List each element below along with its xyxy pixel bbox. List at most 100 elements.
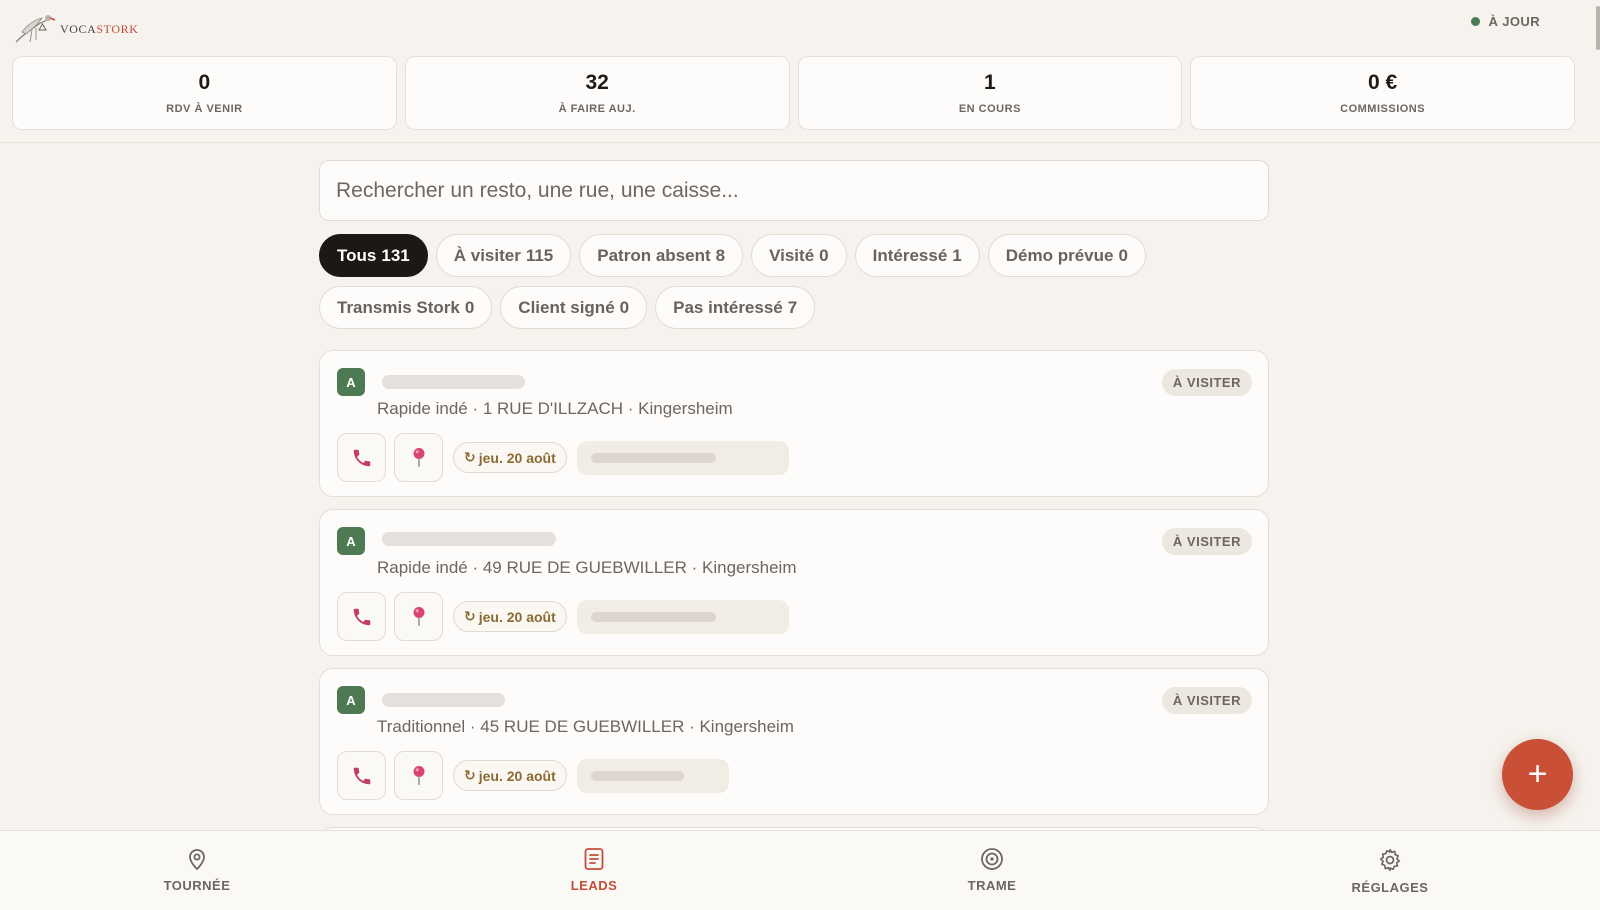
filter-chip-all[interactable]: Tous 131 xyxy=(319,234,428,277)
chip-label: Transmis Stork xyxy=(337,297,460,317)
stat-value: 1 xyxy=(984,71,996,94)
filter-chips: Tous 131 À visiter 115 Patron absent 8 Visi… xyxy=(319,234,1269,329)
divider xyxy=(0,142,1600,143)
filter-chip-visited[interactable]: Visité 0 xyxy=(751,234,847,277)
map-pin-icon xyxy=(413,447,424,467)
lead-meta: Rapide indé · 49 RUE DE GUEBWILLER · Kin… xyxy=(377,558,797,577)
lead-actions: ↻ jeu. 20 août xyxy=(337,751,729,800)
stat-in-progress[interactable]: 1 EN COURS xyxy=(797,56,1183,130)
add-lead-button[interactable]: + xyxy=(1502,739,1573,810)
stat-label: RDV À VENIR xyxy=(166,103,243,115)
filter-chip-client-signed[interactable]: Client signé 0 xyxy=(500,286,648,329)
lead-note-placeholder xyxy=(576,599,789,634)
nav-leads[interactable]: LEADS xyxy=(534,847,654,893)
lead-actions: ↻ jeu. 20 août xyxy=(337,433,789,482)
leads-main: Tous131 À visiter115 Patron absent8 Visi… xyxy=(319,160,1269,867)
stat-upcoming-appointments[interactable]: 0 RDV À VENIR xyxy=(12,56,397,130)
bottom-nav: TOURNÉE LEADS TRAME RÉGLAGES xyxy=(0,830,1600,910)
chip-label: Client signé xyxy=(518,297,615,317)
search-input[interactable] xyxy=(319,160,1269,221)
call-button[interactable] xyxy=(337,433,386,482)
logo-text-prefix: VOCA xyxy=(60,21,97,36)
stat-value: 0 € xyxy=(1368,71,1398,94)
chip-count: 0 xyxy=(819,245,829,265)
nav-label: TOURNÉE xyxy=(163,878,231,893)
lead-name-placeholder xyxy=(382,375,525,389)
logo-wordmark: VOCASTORK xyxy=(60,22,139,37)
scrollbar[interactable] xyxy=(1596,6,1600,50)
phone-icon xyxy=(353,767,370,784)
filter-chip-to-visit[interactable]: À visiter 115 xyxy=(435,234,572,277)
followup-date: jeu. 20 août xyxy=(478,767,556,784)
stat-value: 0 xyxy=(198,71,211,94)
note-bar xyxy=(590,452,716,463)
chip-label: À visiter xyxy=(453,245,521,265)
lead-name-placeholder xyxy=(382,532,556,546)
document-list-icon xyxy=(584,848,604,870)
chip-count: 131 xyxy=(381,245,410,265)
lead-grade-badge: A xyxy=(337,527,365,555)
followup-date: jeu. 20 août xyxy=(478,608,556,625)
followup-date-chip[interactable]: ↻ jeu. 20 août xyxy=(453,601,567,632)
filter-chip-not-interested[interactable]: Pas intéressé 7 xyxy=(655,286,816,329)
chip-label: Tous xyxy=(337,245,377,265)
map-pin-icon xyxy=(413,765,424,785)
refresh-icon: ↻ xyxy=(464,449,476,465)
lead-status-badge: À VISITER xyxy=(1161,369,1252,396)
gear-icon xyxy=(1379,848,1401,872)
lead-grade-badge: A xyxy=(337,686,365,714)
sync-dot-icon xyxy=(1471,17,1481,26)
stat-commissions[interactable]: 0 € COMMISSIONS xyxy=(1190,56,1575,130)
sync-status-label: À JOUR xyxy=(1488,14,1540,29)
note-bar xyxy=(590,770,684,781)
lead-card[interactable]: A À VISITER Rapide indé · 1 RUE D'ILLZAC… xyxy=(319,350,1269,497)
nav-tournee[interactable]: TOURNÉE xyxy=(137,847,257,893)
chip-count: 0 xyxy=(464,297,475,317)
lead-meta: Rapide indé · 1 RUE D'ILLZACH · Kingersh… xyxy=(377,399,733,418)
refresh-icon: ↻ xyxy=(464,767,476,783)
nav-reglages[interactable]: RÉGLAGES xyxy=(1330,847,1450,895)
top-bar: VOCASTORK À JOUR xyxy=(0,0,1600,50)
target-icon xyxy=(981,848,1003,870)
map-button[interactable] xyxy=(394,433,443,482)
chip-label: Intéressé xyxy=(872,245,948,265)
stork-logo-icon xyxy=(15,15,56,43)
filter-chip-interested[interactable]: Intéressé 1 xyxy=(854,234,980,277)
chip-label: Patron absent xyxy=(597,245,711,265)
stat-label: EN COURS xyxy=(958,103,1021,115)
note-bar xyxy=(590,611,716,622)
chip-count: 0 xyxy=(619,297,630,317)
lead-note-placeholder xyxy=(576,440,789,475)
stat-todo-today[interactable]: 32 À FAIRE AUJ. xyxy=(404,56,790,130)
chip-label: Démo prévue xyxy=(1005,245,1114,265)
chip-count: 1 xyxy=(952,245,962,265)
phone-icon xyxy=(353,608,370,625)
sync-status: À JOUR xyxy=(1471,14,1540,29)
call-button[interactable] xyxy=(337,751,386,800)
lead-actions: ↻ jeu. 20 août xyxy=(337,592,789,641)
lead-card[interactable]: A À VISITER Traditionnel · 45 RUE DE GUE… xyxy=(319,668,1269,815)
lead-list: A À VISITER Rapide indé · 1 RUE D'ILLZAC… xyxy=(319,350,1269,867)
map-button[interactable] xyxy=(394,751,443,800)
refresh-icon: ↻ xyxy=(464,608,476,624)
chip-count: 7 xyxy=(787,297,798,317)
chip-count: 115 xyxy=(525,245,554,265)
map-button[interactable] xyxy=(394,592,443,641)
filter-chip-demo-planned[interactable]: Démo prévue 0 xyxy=(987,234,1146,277)
followup-date-chip[interactable]: ↻ jeu. 20 août xyxy=(453,760,567,791)
chip-count: 0 xyxy=(1118,245,1128,265)
map-pin-outline-icon xyxy=(189,849,205,871)
lead-note-placeholder xyxy=(576,758,729,793)
lead-card[interactable]: A À VISITER Rapide indé · 49 RUE DE GUEB… xyxy=(319,509,1269,656)
stats-row: 0 RDV À VENIR 32 À FAIRE AUJ. 1 EN COURS… xyxy=(12,56,1575,130)
filter-chip-owner-absent[interactable]: Patron absent 8 xyxy=(579,234,744,277)
app-logo[interactable]: VOCASTORK xyxy=(14,8,139,44)
followup-date: jeu. 20 août xyxy=(478,449,556,466)
lead-meta: Traditionnel · 45 RUE DE GUEBWILLER · Ki… xyxy=(377,717,794,736)
nav-trame[interactable]: TRAME xyxy=(932,847,1052,893)
lead-status-badge: À VISITER xyxy=(1161,528,1252,555)
filter-chip-transmitted[interactable]: Transmis Stork 0 xyxy=(319,286,493,329)
nav-label: RÉGLAGES xyxy=(1351,880,1429,895)
followup-date-chip[interactable]: ↻ jeu. 20 août xyxy=(453,442,567,473)
call-button[interactable] xyxy=(337,592,386,641)
